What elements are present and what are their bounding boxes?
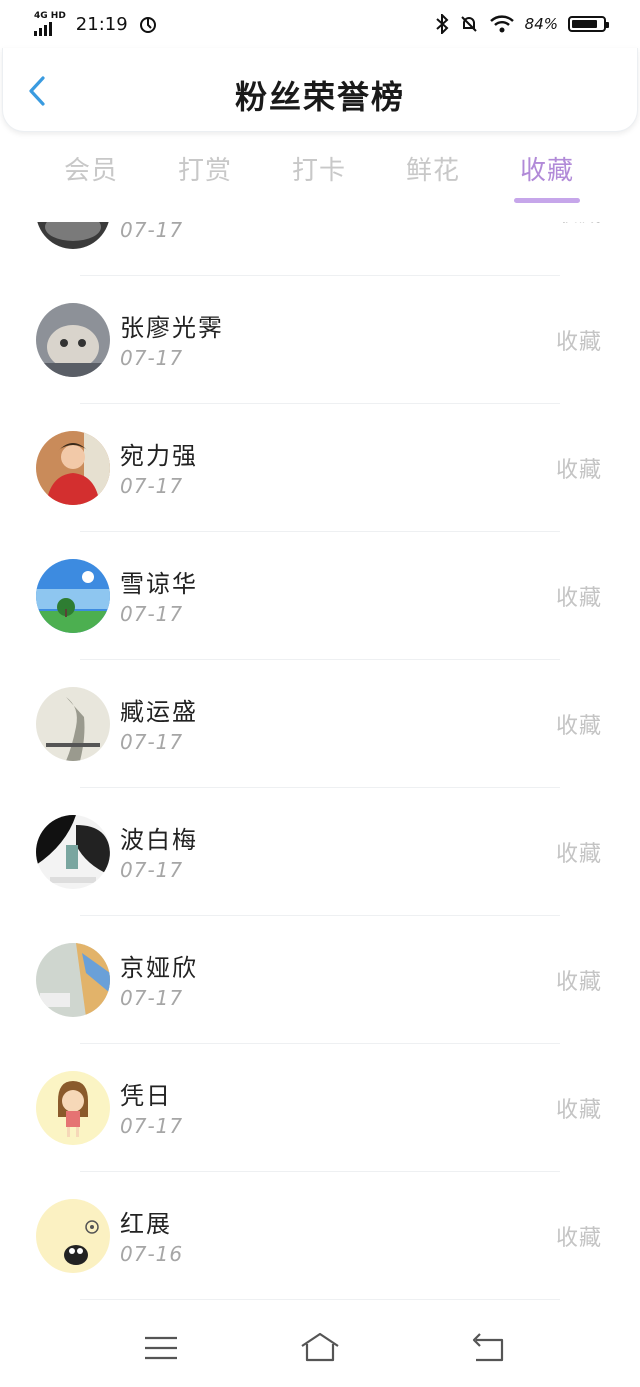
list-item[interactable]: 红展 07-16 收藏 [0,1172,640,1300]
favorite-label: 收藏 [555,842,602,867]
fan-name: 张廖光霁 [120,314,224,342]
list-item[interactable]: 京娅欣 07-17 收藏 [0,916,640,1044]
tab-rewards[interactable]: 打赏 [160,150,250,187]
tab-bar: 会员 打赏 打卡 鲜花 收藏 [0,140,640,212]
list-item[interactable]: 波白梅 07-17 收藏 [0,788,640,916]
avatar [36,559,110,633]
fan-date: 07-17 [120,986,184,1010]
fan-name: 红展 [120,1210,172,1238]
status-time: 21:19 [75,13,128,35]
fan-date: 07-17 [120,1114,184,1138]
fan-date: 07-17 [120,222,184,242]
page-title: 粉丝荣誉榜 [234,78,405,116]
network-indicator: 4G HD [34,12,66,36]
header: 粉丝荣誉榜 [2,48,638,132]
avatar [36,222,110,249]
fan-date: 07-17 [120,730,184,754]
avatar [36,687,110,761]
favorite-label: 收藏 [555,714,602,739]
wifi-icon [489,15,514,33]
fan-list[interactable]: 07-17 收藏 张廖光霁 07-17 收藏 宛力强 07-17 收藏 雪谅华 … [0,222,640,1300]
fan-date: 07-16 [120,1242,184,1266]
list-item[interactable]: 张廖光霁 07-17 收藏 [0,276,640,404]
avatar [36,431,110,505]
avatar [36,1199,110,1273]
tab-members[interactable]: 会员 [46,150,136,187]
tab-flowers[interactable]: 鲜花 [388,150,478,187]
fan-date: 07-17 [120,858,184,882]
fan-name: 臧运盛 [120,698,198,726]
list-item[interactable]: 07-17 收藏 [0,222,640,276]
favorite-label: 收藏 [555,970,602,995]
favorite-label: 收藏 [555,1098,602,1123]
signal-icon [34,22,52,36]
list-item[interactable]: 宛力强 07-17 收藏 [0,404,640,532]
fan-name: 雪谅华 [120,570,198,598]
favorite-label: 收藏 [555,586,602,611]
favorite-label: 收藏 [555,458,602,483]
fan-date: 07-17 [120,346,184,370]
data-sync-icon [139,17,156,33]
avatar [36,815,110,889]
list-item[interactable]: 雪谅华 07-17 收藏 [0,532,640,660]
favorite-label: 收藏 [555,330,602,355]
status-right: 84% [435,14,609,34]
system-nav-bar [0,1310,640,1387]
avatar [36,1071,110,1145]
fan-name: 凭日 [120,1082,172,1110]
avatar [36,943,110,1017]
mute-bell-icon [460,16,477,32]
home-icon[interactable] [298,1330,342,1366]
battery-percent: 84% [524,15,558,33]
favorite-label: 收藏 [556,222,602,228]
tab-favorites[interactable]: 收藏 [502,150,592,203]
tab-checkin[interactable]: 打卡 [274,150,364,187]
battery-icon [568,16,609,32]
avatar [36,303,110,377]
menu-icon[interactable] [139,1330,183,1366]
favorite-label: 收藏 [555,1226,602,1251]
bluetooth-icon [435,14,449,34]
fan-name: 波白梅 [120,826,198,854]
status-left: 4G HD 21:19 [34,12,158,36]
list-item[interactable]: 凭日 07-17 收藏 [0,1044,640,1172]
fan-name: 宛力强 [120,442,198,470]
network-type: 4G HD [34,11,66,21]
list-item[interactable]: 臧运盛 07-17 收藏 [0,660,640,788]
fan-date: 07-17 [120,602,184,626]
status-bar: 4G HD 21:19 84% [0,0,640,48]
fan-name: 京娅欣 [120,954,198,982]
back-icon[interactable] [466,1330,510,1366]
fan-date: 07-17 [120,474,184,498]
